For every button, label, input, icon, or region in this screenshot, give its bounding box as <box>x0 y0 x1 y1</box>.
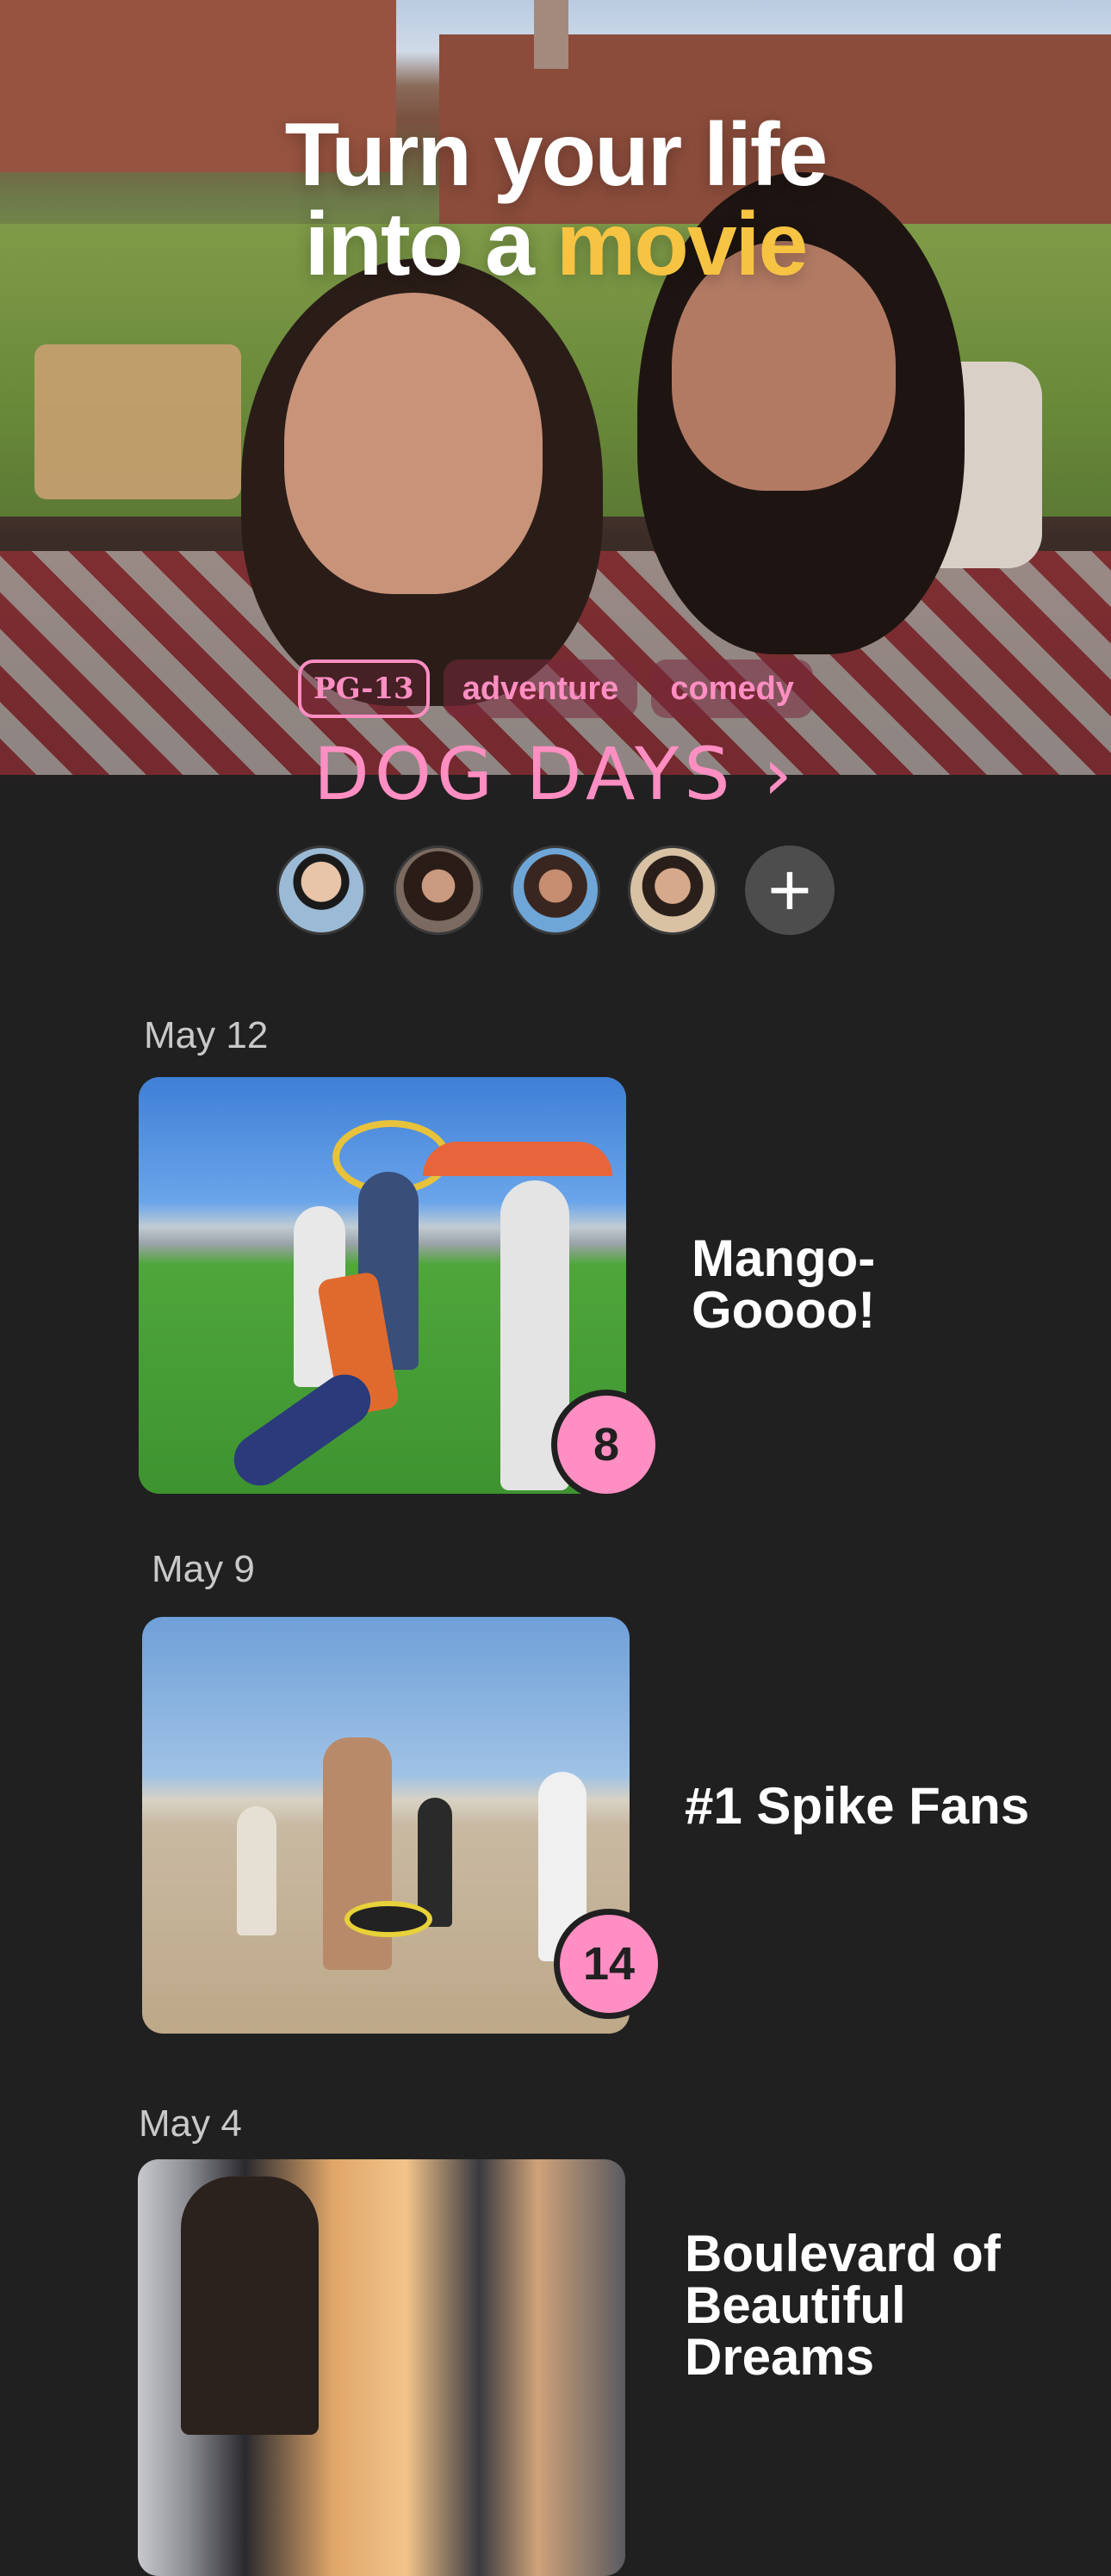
hero-title-prefix: into a <box>304 195 556 294</box>
avatar[interactable] <box>628 845 717 935</box>
thumbnail-image <box>138 2159 625 2576</box>
entry-title[interactable]: Boulevard of Beautiful Dreams <box>685 2228 1055 2383</box>
entry-title[interactable]: #1 Spike Fans <box>685 1780 1081 1832</box>
hero-title-line2: into a movie <box>0 200 1111 289</box>
tower <box>534 0 568 69</box>
genre-tag-adventure[interactable]: adventure <box>443 659 638 718</box>
flowers <box>34 344 241 499</box>
avatar[interactable] <box>276 845 366 935</box>
umbrella <box>423 1142 612 1176</box>
entry-date: May 4 <box>139 2102 242 2145</box>
avatar[interactable] <box>394 845 483 935</box>
entry-date: May 12 <box>144 1014 269 1056</box>
avatar[interactable] <box>511 845 600 935</box>
add-member-button[interactable]: + <box>745 845 835 935</box>
entry-thumbnail[interactable] <box>138 2159 625 2576</box>
hero-title-line1: Turn your life <box>284 105 829 205</box>
figure <box>181 2177 319 2435</box>
entry-title[interactable]: Mango-Goooo! <box>692 1233 915 1336</box>
rating-badge: PG-13 <box>298 659 430 718</box>
movie-title-link[interactable]: DOG DAYS › <box>0 732 1111 816</box>
cast-avatars: + <box>0 845 1111 935</box>
entry-date: May 9 <box>152 1548 255 1590</box>
clip-count-badge: 8 <box>551 1390 661 1500</box>
person-left-face <box>284 293 543 594</box>
hero-title-accent: movie <box>556 195 809 294</box>
hero-title: Turn your life into a movie <box>0 110 1111 289</box>
spikeball-net <box>344 1901 432 1937</box>
plus-icon: + <box>767 847 812 932</box>
figure <box>237 1806 276 1935</box>
clip-count-badge: 14 <box>554 1909 664 2019</box>
tag-row: PG-13 adventure comedy <box>0 659 1111 718</box>
genre-tag-comedy[interactable]: comedy <box>651 659 813 718</box>
